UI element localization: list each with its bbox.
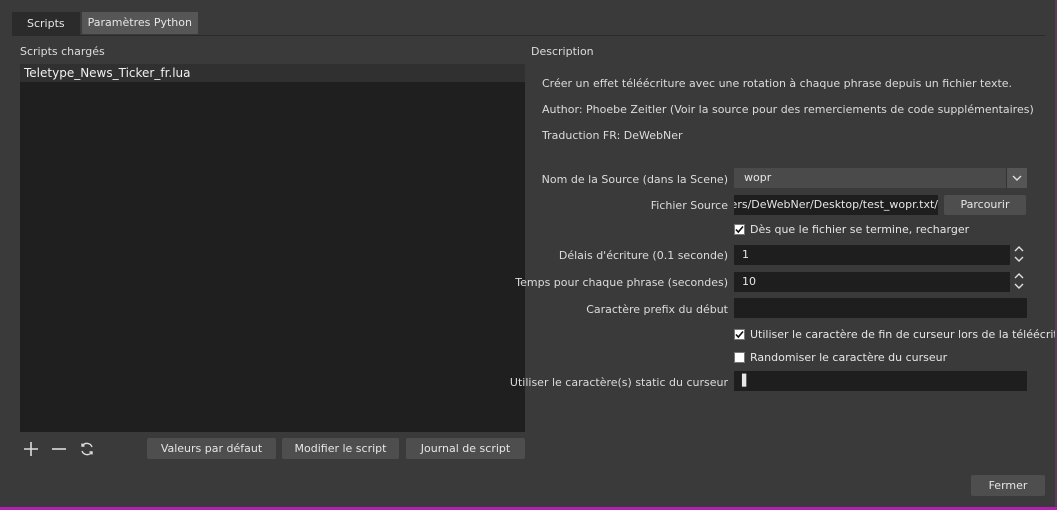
randomize-cursor-checkbox-label: Randomiser le caractère du curseur <box>750 351 948 364</box>
source-name-value: wopr <box>744 171 772 184</box>
cursor-end-checkbox-label: Utiliser le caractère de fin de curseur … <box>750 328 1057 341</box>
tab-bar: Scripts Paramètres Python <box>12 12 198 36</box>
edit-script-button[interactable]: Modifier le script <box>282 438 399 459</box>
cursor-end-checkbox[interactable]: Utiliser le caractère de fin de curseur … <box>734 328 1057 341</box>
phrase-time-stepper[interactable] <box>1011 271 1027 291</box>
prefix-char-input[interactable] <box>734 298 1027 318</box>
phrase-time-input[interactable]: 10 <box>734 272 1010 292</box>
write-delay-stepper[interactable] <box>1011 244 1027 264</box>
source-name-select[interactable]: wopr <box>734 168 1027 188</box>
randomize-cursor-checkbox[interactable]: Randomiser le caractère du curseur <box>734 351 947 364</box>
chevron-up-icon[interactable] <box>1011 271 1027 281</box>
checkbox-checked-icon[interactable] <box>734 329 745 340</box>
reload-checkbox[interactable]: Dès que le fichier se termine, recharger <box>734 223 969 236</box>
checkbox-checked-icon[interactable] <box>734 224 745 235</box>
prefix-char-label: Caractère prefix du début <box>586 303 728 316</box>
chevron-down-icon[interactable] <box>1011 281 1027 291</box>
loaded-scripts-heading: Scripts chargés <box>20 45 105 58</box>
author-text: Author: Phoebe Zeitler (Voir la source p… <box>542 103 1034 116</box>
chevron-down-icon[interactable] <box>1011 254 1027 264</box>
reload-checkbox-label: Dès que le fichier se termine, recharger <box>750 223 970 236</box>
source-name-label: Nom de la Source (dans la Scene) <box>541 173 728 186</box>
write-delay-label: Délais d'écriture (0.1 seconde) <box>558 249 728 262</box>
checkbox-unchecked-icon[interactable] <box>734 352 745 363</box>
chevron-down-icon[interactable] <box>1006 168 1027 188</box>
list-item[interactable]: Teletype_News_Ticker_fr.lua <box>20 64 525 82</box>
scripts-list[interactable]: Teletype_News_Ticker_fr.lua <box>20 64 525 432</box>
browse-button[interactable]: Parcourir <box>944 195 1026 215</box>
chevron-up-icon[interactable] <box>1011 244 1027 254</box>
description-heading: Description <box>531 45 594 58</box>
defaults-button[interactable]: Valeurs par défaut <box>147 438 276 459</box>
tab-python-settings[interactable]: Paramètres Python <box>81 12 198 34</box>
phrase-time-label: Temps pour chaque phrase (secondes) <box>515 276 728 289</box>
plus-icon[interactable] <box>20 438 42 460</box>
minus-icon[interactable] <box>48 438 70 460</box>
tab-scripts[interactable]: Scripts <box>12 12 80 36</box>
close-button[interactable]: Fermer <box>971 475 1045 496</box>
tab-divider <box>12 35 1045 36</box>
description-text: Créer un effet téléécriture avec une rot… <box>542 77 1013 90</box>
translation-text: Traduction FR: DeWebNer <box>542 129 683 142</box>
static-cursor-input[interactable]: ▌ <box>734 371 1027 391</box>
source-file-field[interactable]: /Users/DeWebNer/Desktop/test_wopr.txt <box>734 195 938 215</box>
static-cursor-label: Utiliser le caractère(s) static du curse… <box>509 376 728 389</box>
source-file-label: Fichier Source <box>650 199 728 212</box>
refresh-icon[interactable] <box>76 438 98 460</box>
script-log-button[interactable]: Journal de script <box>406 438 525 459</box>
write-delay-input[interactable]: 1 <box>734 245 1010 265</box>
